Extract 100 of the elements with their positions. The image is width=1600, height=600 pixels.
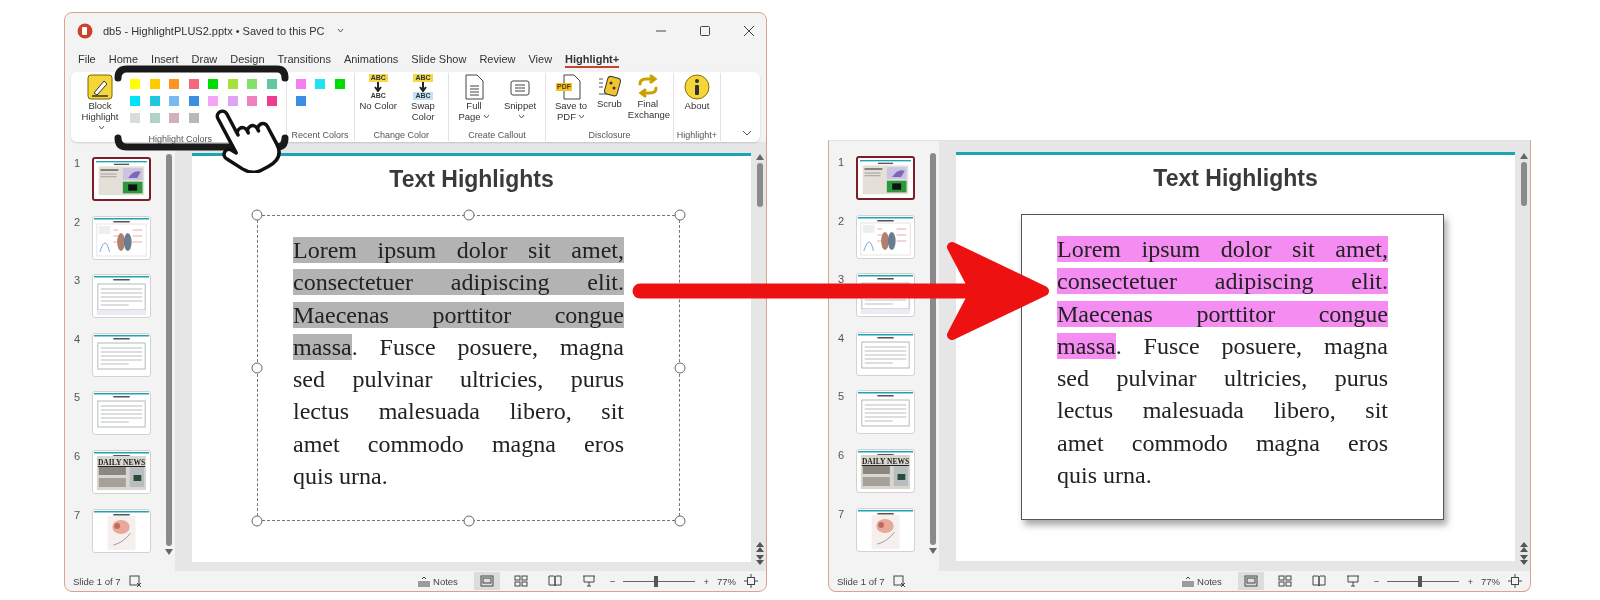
resize-handle[interactable] <box>674 515 686 527</box>
color-swatch[interactable] <box>266 79 277 89</box>
slide-number: 7 <box>74 508 82 521</box>
fit-slide-icon[interactable] <box>744 574 758 588</box>
accessibility-icon[interactable] <box>892 575 906 587</box>
ribbon-button[interactable]: Block Highlight <box>78 73 122 134</box>
color-swatch[interactable] <box>227 79 238 89</box>
slide-number: 4 <box>838 331 846 344</box>
presentation-icon <box>1345 575 1360 587</box>
zoom-in-button[interactable]: + <box>1467 575 1473 587</box>
color-swatch[interactable] <box>169 79 179 89</box>
previous-slide-icon[interactable] <box>1520 542 1528 552</box>
slider-thumb[interactable] <box>653 575 658 587</box>
slide-number: 5 <box>74 391 82 404</box>
ribbon-tab[interactable]: View <box>528 50 553 68</box>
color-swatch[interactable] <box>266 96 277 106</box>
ribbon-tab[interactable]: Home <box>108 50 139 68</box>
notes-button[interactable]: Notes <box>1181 575 1222 587</box>
resize-handle[interactable] <box>674 362 686 374</box>
ribbon-tab[interactable]: File <box>78 50 96 68</box>
text-box[interactable] <box>257 215 680 521</box>
zoom-level[interactable]: 77% <box>717 575 736 587</box>
scrollbar-thumb[interactable] <box>930 153 936 545</box>
ribbon-tab[interactable]: Insert <box>151 50 179 68</box>
grid-icon <box>1277 575 1292 587</box>
color-swatch[interactable] <box>130 113 140 123</box>
accessibility-icon[interactable] <box>128 575 142 587</box>
ribbon-button[interactable]: Full Page <box>452 73 496 123</box>
color-swatch[interactable] <box>208 96 218 106</box>
ribbon-button[interactable]: Scrub <box>595 73 624 111</box>
view-button[interactable] <box>1237 572 1264 590</box>
color-swatch[interactable] <box>188 79 199 89</box>
color-swatch[interactable] <box>169 96 179 106</box>
down-arrow-icon[interactable] <box>165 549 173 555</box>
maximize-icon <box>700 25 710 36</box>
color-swatch[interactable] <box>130 79 140 89</box>
zoom-out-button[interactable]: − <box>609 575 616 587</box>
body-text: Lorem ipsum dolor sit amet, consectetuer adipiscing elit. Maecenas porttitor congue massa. Fusce posuere, magna sed pulvinar ultricies, purus lectus malesuada libero, sit amet commodo magna eros quis urna. <box>293 236 624 492</box>
zoom-in-button[interactable]: + <box>703 575 709 587</box>
color-swatch[interactable] <box>247 96 257 106</box>
up-arrow-icon[interactable] <box>756 154 764 160</box>
ribbon-tab[interactable]: Transitions <box>277 50 331 68</box>
color-swatch[interactable] <box>169 113 179 123</box>
ribbon-tab[interactable]: Design <box>230 50 265 68</box>
group-label: Recent Colors <box>291 130 349 141</box>
down-arrow-icon <box>419 82 427 92</box>
resize-handle[interactable] <box>251 515 263 527</box>
scrollbar-thumb[interactable] <box>166 154 172 546</box>
color-swatch[interactable] <box>149 96 160 106</box>
ribbon-tab[interactable]: Review <box>479 50 516 68</box>
color-swatch[interactable] <box>334 79 345 89</box>
ribbon-tab[interactable]: Animations <box>343 50 399 68</box>
color-swatch[interactable] <box>149 113 160 123</box>
color-swatch[interactable] <box>130 96 140 106</box>
fit-slide-icon[interactable] <box>1508 574 1522 588</box>
notes-button[interactable]: Notes <box>417 575 458 587</box>
color-swatch[interactable] <box>227 96 238 106</box>
slide-preview-drawing <box>858 275 913 316</box>
resize-handle[interactable] <box>463 209 474 221</box>
color-swatch[interactable] <box>295 96 306 106</box>
previous-slide-icon[interactable] <box>756 542 764 552</box>
slide-title: Text Highlights <box>1152 165 1319 192</box>
color-swatch[interactable] <box>315 79 325 89</box>
color-swatch[interactable] <box>208 79 218 89</box>
color-swatch[interactable] <box>188 113 199 123</box>
resize-handle[interactable] <box>674 209 686 221</box>
ribbon-button[interactable]: Snippet <box>498 73 542 123</box>
slide-number: 1 <box>838 156 846 168</box>
ribbon-tab[interactable]: Draw <box>191 50 218 68</box>
ribbon-tab[interactable]: Slide Show <box>411 50 467 68</box>
slide-number: 1 <box>74 157 82 169</box>
scrollbar-thumb[interactable] <box>1521 162 1527 206</box>
color-swatch[interactable] <box>149 79 160 89</box>
color-swatch[interactable] <box>295 79 306 89</box>
scrollbar-thumb[interactable] <box>757 163 763 207</box>
notes-icon <box>417 575 432 587</box>
group-label: Create Callout <box>468 130 526 141</box>
view-button[interactable] <box>473 572 500 590</box>
slide-thumbnail[interactable] <box>92 157 151 201</box>
zoom-out-button[interactable]: − <box>1373 575 1380 587</box>
resize-handle[interactable] <box>251 209 263 221</box>
ribbon-button[interactable]: About <box>681 73 712 113</box>
resize-handle[interactable] <box>251 362 263 374</box>
slide-thumbnail[interactable] <box>856 156 915 200</box>
slide-title: Text Highlights <box>388 166 555 193</box>
color-swatch[interactable] <box>188 96 199 106</box>
ribbon-button[interactable]: Final Exchange <box>625 73 670 121</box>
chevron-down-icon[interactable] <box>742 130 752 136</box>
ribbon-tab[interactable]: Highlight+ <box>565 50 620 68</box>
zoom-level[interactable]: 77% <box>1481 575 1500 587</box>
next-slide-icon[interactable] <box>1520 555 1528 565</box>
app-logo-icon <box>77 22 93 39</box>
text-box[interactable] <box>1021 214 1444 520</box>
down-arrow-icon[interactable] <box>929 548 937 554</box>
up-arrow-icon[interactable] <box>1520 153 1528 159</box>
color-swatch[interactable] <box>247 79 257 89</box>
resize-handle[interactable] <box>463 515 474 527</box>
window-title: db5 - HighlightPLUS2.pptx • Saved to this PC <box>103 24 325 37</box>
next-slide-icon[interactable] <box>756 555 764 565</box>
slider-thumb[interactable] <box>1417 575 1422 587</box>
